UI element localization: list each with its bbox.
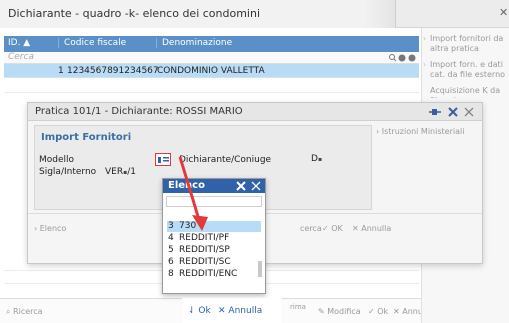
- footer-fragment: rima: [290, 303, 306, 311]
- close-icon: ✕: [352, 224, 359, 233]
- pratica-ok-button[interactable]: ✓ OK: [322, 224, 343, 233]
- cell-denominazione: CONDOMINIO VALLETTA: [157, 66, 265, 76]
- column-header-id[interactable]: ID. ▲: [8, 38, 30, 48]
- cell-codice-fiscale: 1234567891234567: [67, 66, 159, 76]
- column-header-denominazione[interactable]: Denominazione: [156, 38, 232, 48]
- close-icon: ✕: [393, 307, 400, 316]
- sigla-interno-label: Sigla/Interno: [39, 167, 97, 177]
- main-window-titlebar: Dichiarante - quadro -k- elenco dei cond…: [0, 0, 509, 28]
- elenco-window-controls[interactable]: [235, 181, 263, 191]
- chevron-right-icon: ›: [423, 60, 427, 69]
- elenco-button[interactable]: › Elenco: [34, 224, 66, 233]
- select-icon: ⇃: [188, 306, 196, 316]
- cell-id: 1: [58, 66, 64, 76]
- modello-picker-button[interactable]: [155, 153, 171, 166]
- minimize-close-icons: [236, 181, 261, 191]
- section-title: Import Fornitori: [41, 132, 132, 143]
- elenco-popup-footer: ⇃ Ok ✕ Annulla: [182, 298, 282, 323]
- pencil-icon: ✎: [318, 307, 325, 316]
- acquisizione-k-link[interactable]: › Acquisizione K da file esterno: [430, 86, 508, 98]
- search-filter-icons: [389, 54, 416, 62]
- import-file-esterno-link[interactable]: › Import forn. e dati cat. da file ester…: [423, 60, 508, 80]
- ricerca-fragment-button[interactable]: cerca: [300, 224, 322, 233]
- grid-search-row[interactable]: Cerca: [4, 52, 419, 64]
- pratica-dialog-title: Pratica 101/1 - Dichiarante: ROSSI MARIO: [35, 106, 243, 117]
- list-picker-icon: [157, 156, 169, 163]
- elenco-ok-button[interactable]: ⇃ Ok: [188, 306, 211, 316]
- grid-search-placeholder: Cerca: [8, 52, 34, 62]
- istruzioni-ministeriali-button[interactable]: › Istruzioni Ministeriali: [376, 127, 478, 141]
- table-row[interactable]: 1 1234567891234567 CONDOMINIO VALLETTA: [4, 64, 419, 78]
- main-ok-button[interactable]: ✓ Ok: [368, 307, 388, 316]
- list-item-redditi-sc[interactable]: 6 REDDITI/SC: [167, 257, 261, 268]
- sigla-interno-field[interactable]: VER▪/1: [105, 167, 136, 177]
- check-icon: ✓: [368, 307, 375, 316]
- elenco-scrollbar[interactable]: [258, 261, 262, 277]
- column-header-codice-fiscale[interactable]: Codice fiscale: [58, 38, 126, 48]
- list-item-redditi-pf[interactable]: 4 REDDITI/PF: [167, 233, 261, 244]
- ricerca-button[interactable]: ⌕ Ricerca: [6, 307, 43, 317]
- grid-header: ID. ▲ Codice fiscale Denominazione: [4, 36, 419, 52]
- grid-search-icons[interactable]: [388, 53, 418, 63]
- modello-label: Modello: [39, 155, 75, 165]
- pin-minimize-close-icons: [429, 107, 474, 117]
- grid-line: [4, 92, 419, 93]
- main-window-close-icon[interactable]: ✕: [499, 6, 509, 20]
- pratica-dialog-titlebar: Pratica 101/1 - Dichiarante: ROSSI MARIO: [28, 103, 482, 121]
- pratica-window-controls: [427, 106, 479, 118]
- main-annulla-button[interactable]: ✕ Annulla: [393, 307, 421, 316]
- pratica-annulla-button[interactable]: ✕ Annulla: [352, 224, 391, 233]
- annotation-arrow-icon: [178, 155, 208, 233]
- picker-mini-icon: ▪: [317, 156, 323, 163]
- check-icon: ✓: [322, 224, 329, 233]
- dichiarante-coniuge-field[interactable]: D▪: [311, 154, 325, 164]
- modifica-button[interactable]: ✎ Modifica: [318, 307, 361, 316]
- main-window-title: Dichiarante - quadro -k- elenco dei cond…: [8, 7, 261, 20]
- elenco-annulla-button[interactable]: ✕ Annulla: [218, 306, 262, 316]
- list-item-redditi-enc[interactable]: 8 REDDITI/ENC: [167, 269, 261, 280]
- import-fornitori-altra-pratica-link[interactable]: › Import fornitori da altra pratica: [423, 34, 508, 54]
- list-item-redditi-sp[interactable]: 5 REDDITI/SP: [167, 245, 261, 256]
- chevron-right-icon: ›: [423, 34, 427, 43]
- search-icon: ⌕: [6, 307, 11, 316]
- close-icon: ✕: [218, 306, 226, 316]
